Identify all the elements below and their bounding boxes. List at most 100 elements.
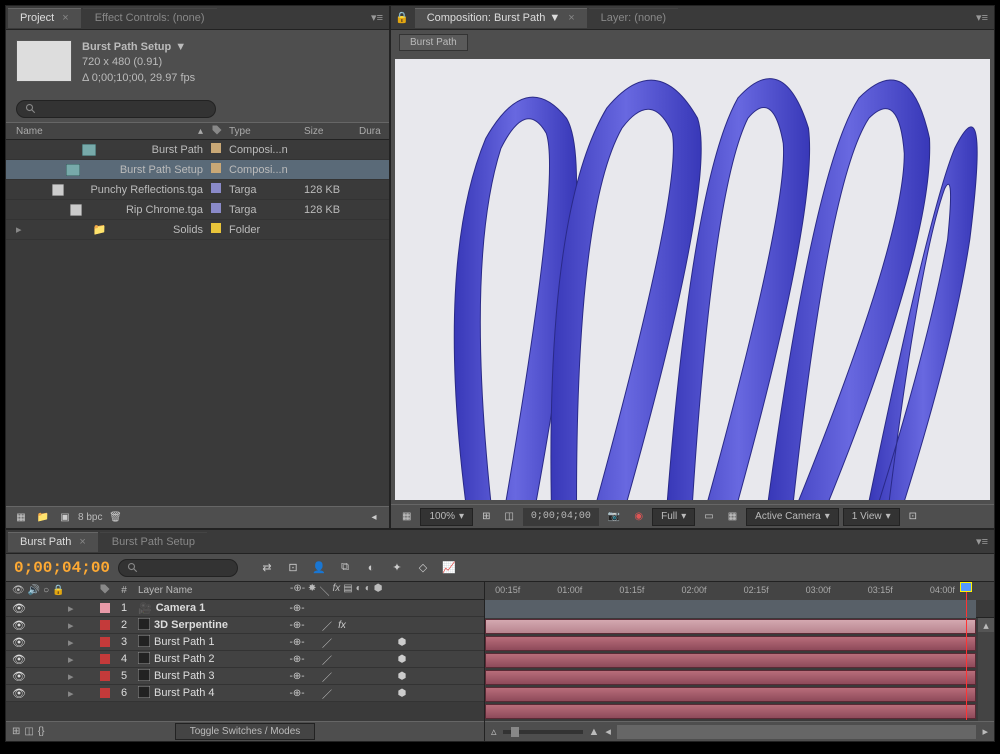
project-item-list[interactable]: Burst Path Composi...n Burst Path Setup … [6,140,389,506]
layer-duration-bar[interactable] [485,619,976,634]
panel-menu-icon[interactable]: ▾≡ [371,11,383,24]
col-tag-header[interactable] [211,124,229,139]
timeline-layer-row[interactable]: 👁▸ 4 Burst Path 2 -⊕-／⬢ [6,651,484,668]
timeline-tab-1[interactable]: Burst Path Setup [100,532,207,552]
expand-layer-icon[interactable]: ▸ [68,619,80,632]
timeline-search-input[interactable] [118,559,238,577]
visibility-toggle[interactable]: 👁 [12,670,24,683]
layer-label-color[interactable] [100,654,110,664]
quality-switch[interactable]: ／ [320,618,334,632]
always-preview-icon[interactable]: ▦ [397,508,416,526]
zoom-out-icon[interactable]: ▵ [491,725,497,738]
snapshot-icon[interactable]: 📷 [603,508,625,526]
item-label-color[interactable] [211,203,221,213]
project-tab[interactable]: Project× [8,8,81,28]
camera-select[interactable]: Active Camera ▾ [746,508,839,526]
label-column-header[interactable] [96,583,114,598]
shy-switch[interactable]: -⊕- [290,652,304,666]
timeline-layer-row[interactable]: 👁▸ 2 3D Serpentine -⊕-／fx [6,617,484,634]
scroll-left-icon[interactable]: ◂ [365,510,383,526]
av-lock-icon[interactable]: 🔒 [52,585,64,596]
3d-switch[interactable]: ⬢ [395,635,409,649]
project-search-input[interactable] [16,100,216,118]
layer-tab[interactable]: Layer: (none) [589,8,678,28]
timeline-tab-0[interactable]: Burst Path× [8,532,98,552]
brackets-icon[interactable]: {} [38,726,45,737]
interpret-icon[interactable]: ▦ [12,510,30,526]
layer-label-color[interactable] [100,637,110,647]
timeline-ruler[interactable]: 00:15f01:00f01:15f02:00f02:15f03:00f03:1… [485,582,994,618]
comp-tab-dropdown-icon[interactable]: ▼ [549,12,560,24]
timeline-layer-row[interactable]: 👁▸ 5 Burst Path 3 -⊕-／⬢ [6,668,484,685]
expand-transfer-icon[interactable]: ⊞ [12,726,20,737]
zoom-select[interactable]: 100% ▾ [420,508,473,526]
av-speaker-icon[interactable]: 🔊 [28,585,40,596]
show-channel-icon[interactable]: ◉ [629,508,648,526]
transparency-grid-icon[interactable]: ▦ [723,508,742,526]
draft-3d-icon[interactable]: ⊡ [282,558,304,578]
effect-controls-tab[interactable]: Effect Controls: (none) [83,8,217,28]
timeline-bars[interactable]: ▴ [485,618,994,721]
zoom-handle[interactable] [511,727,519,737]
cti-head[interactable] [960,582,972,592]
expand-layer-icon[interactable]: ▸ [68,653,80,666]
adjustment-switch-icon[interactable]: ◐ [365,583,371,598]
frame-blend-icon[interactable]: ⧉ [334,558,356,578]
expand-layer-icon[interactable]: ▸ [68,602,80,615]
visibility-toggle[interactable]: 👁 [12,636,24,649]
panel-menu-icon[interactable]: ▾≡ [976,11,988,24]
trash-icon[interactable]: 🗑 [106,510,124,526]
3d-switch[interactable]: ⬢ [395,686,409,700]
safe-zones-icon[interactable]: ⊞ [477,508,495,526]
timeline-track-area[interactable]: 00:15f01:00f01:15f02:00f02:15f03:00f03:1… [484,582,994,741]
3d-switch-icon[interactable]: ⬢ [374,583,383,598]
pixel-aspect-icon[interactable]: ⊡ [904,508,922,526]
close-icon[interactable]: × [568,12,574,24]
hscroll-right-icon[interactable]: ▸ [982,725,988,738]
timeline-layer-row[interactable]: 👁▸ 3 Burst Path 1 -⊕-／⬢ [6,634,484,651]
close-icon[interactable]: × [79,536,85,548]
zoom-in-icon[interactable]: ▲ [589,726,600,738]
project-item[interactable]: Rip Chrome.tga Targa 128 KB [6,200,389,220]
layer-label-color[interactable] [100,620,110,630]
av-eye-icon[interactable]: 👁 [12,585,25,596]
current-time-display[interactable]: 0;00;04;00 [523,508,599,526]
hide-shy-icon[interactable]: 👤 [308,558,330,578]
project-item[interactable]: Punchy Reflections.tga Targa 128 KB [6,180,389,200]
layer-duration-bar[interactable] [485,636,976,651]
folder-icon[interactable]: 📁 [34,510,52,526]
close-icon[interactable]: × [62,12,68,24]
comp-mini-flowchart-icon[interactable]: ⇄ [256,558,278,578]
3d-switch[interactable]: ⬢ [395,652,409,666]
col-size-header[interactable]: Size [304,126,359,137]
horizontal-scrollbar[interactable] [617,725,977,739]
scroll-up-icon[interactable]: ▴ [978,618,994,632]
roi-icon[interactable]: ▭ [699,508,718,526]
views-select[interactable]: 1 View ▾ [843,508,900,526]
comp-nav-tab[interactable]: Burst Path [399,34,468,51]
quality-switch-icon[interactable]: ＼ [319,583,329,598]
layer-label-color[interactable] [100,688,110,698]
layer-duration-bar[interactable] [485,704,976,719]
shy-switch[interactable]: -⊕- [290,618,304,632]
layer-label-color[interactable] [100,603,110,613]
hscroll-thumb[interactable] [617,725,977,739]
comp-dropdown-icon[interactable]: ▼ [175,40,186,55]
visibility-toggle[interactable]: 👁 [12,602,24,615]
3d-switch[interactable]: ⬢ [395,669,409,683]
expand-layer-icon[interactable]: ▸ [68,670,80,683]
brainstorm-icon[interactable]: ✦ [386,558,408,578]
zoom-slider[interactable] [503,730,583,734]
expand-layer-icon[interactable]: ▸ [68,687,80,700]
composition-viewport[interactable] [395,59,990,500]
av-solo-icon[interactable]: ○ [43,585,49,596]
quality-switch[interactable]: ／ [320,686,334,700]
item-label-color[interactable] [211,143,221,153]
expand-layer-icon[interactable]: ▸ [68,636,80,649]
shy-switch[interactable]: -⊕- [290,686,304,700]
visibility-toggle[interactable]: 👁 [12,619,24,632]
work-area-bar[interactable] [485,600,976,618]
num-column-header[interactable]: # [114,585,134,596]
item-label-color[interactable] [211,183,221,193]
item-label-color[interactable] [211,163,221,173]
